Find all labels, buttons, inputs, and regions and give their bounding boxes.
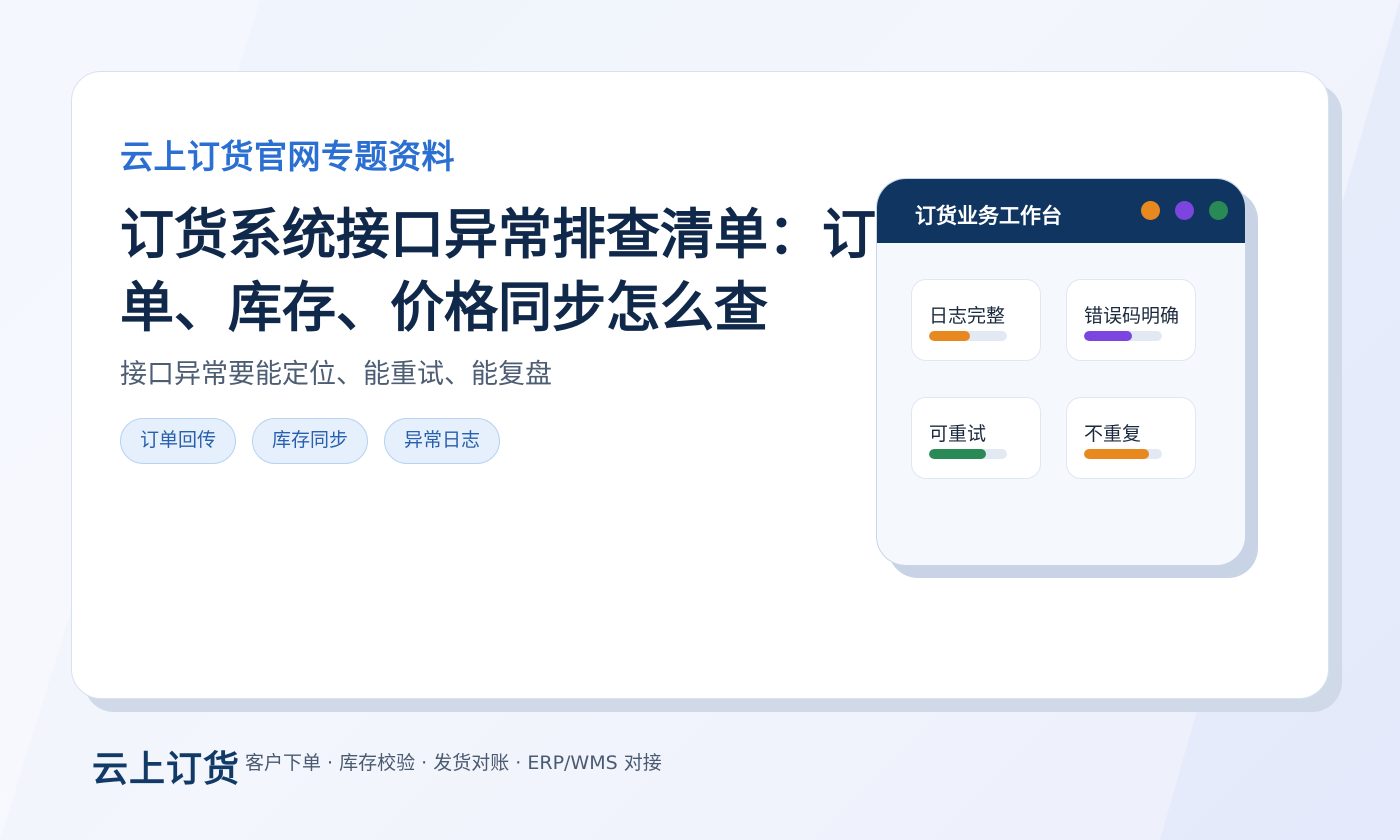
brand-logo-text: 云上订货 — [92, 749, 241, 790]
page-subtitle: 接口异常要能定位、能重试、能复盘 — [120, 359, 552, 390]
tag-exception-log[interactable]: 异常日志 — [384, 418, 501, 464]
tag-order-return[interactable]: 订单回传 — [120, 418, 237, 464]
status-dot-orange — [1141, 201, 1160, 220]
eyebrow-label: 云上订货官网专题资料 — [120, 137, 455, 176]
metric-card-no-duplicate: 不重复 — [1066, 397, 1196, 479]
metric-label: 可重试 — [929, 423, 987, 445]
progress-track — [1084, 331, 1162, 341]
page-title: 订货系统接口异常排查清单：订单、库存、价格同步怎么查 — [120, 203, 876, 339]
metric-card-log-complete: 日志完整 — [911, 279, 1041, 361]
metric-label: 不重复 — [1084, 423, 1142, 445]
progress-fill — [1084, 449, 1149, 459]
progress-track — [1084, 449, 1162, 459]
progress-track — [929, 331, 1007, 341]
metric-card-retryable: 可重试 — [911, 397, 1041, 479]
status-dot-purple — [1175, 201, 1194, 220]
brand-description: 客户下单 · 库存校验 · 发货对账 · ERP/WMS 对接 — [245, 752, 662, 774]
metric-label: 日志完整 — [929, 305, 1006, 327]
tag-list: 订单回传 库存同步 异常日志 — [120, 418, 501, 464]
progress-fill — [1084, 331, 1133, 341]
tag-inventory-sync[interactable]: 库存同步 — [252, 418, 369, 464]
progress-fill — [929, 331, 970, 341]
workbench-panel: 订货业务工作台 日志完整 错误码明确 可重试 不重复 — [876, 178, 1246, 566]
status-dot-green — [1209, 201, 1228, 220]
panel-title: 订货业务工作台 — [915, 204, 1062, 228]
progress-track — [929, 449, 1007, 459]
metric-label: 错误码明确 — [1084, 305, 1180, 327]
progress-fill — [929, 449, 986, 459]
metric-card-error-code: 错误码明确 — [1066, 279, 1196, 361]
panel-header: 订货业务工作台 — [877, 179, 1245, 243]
